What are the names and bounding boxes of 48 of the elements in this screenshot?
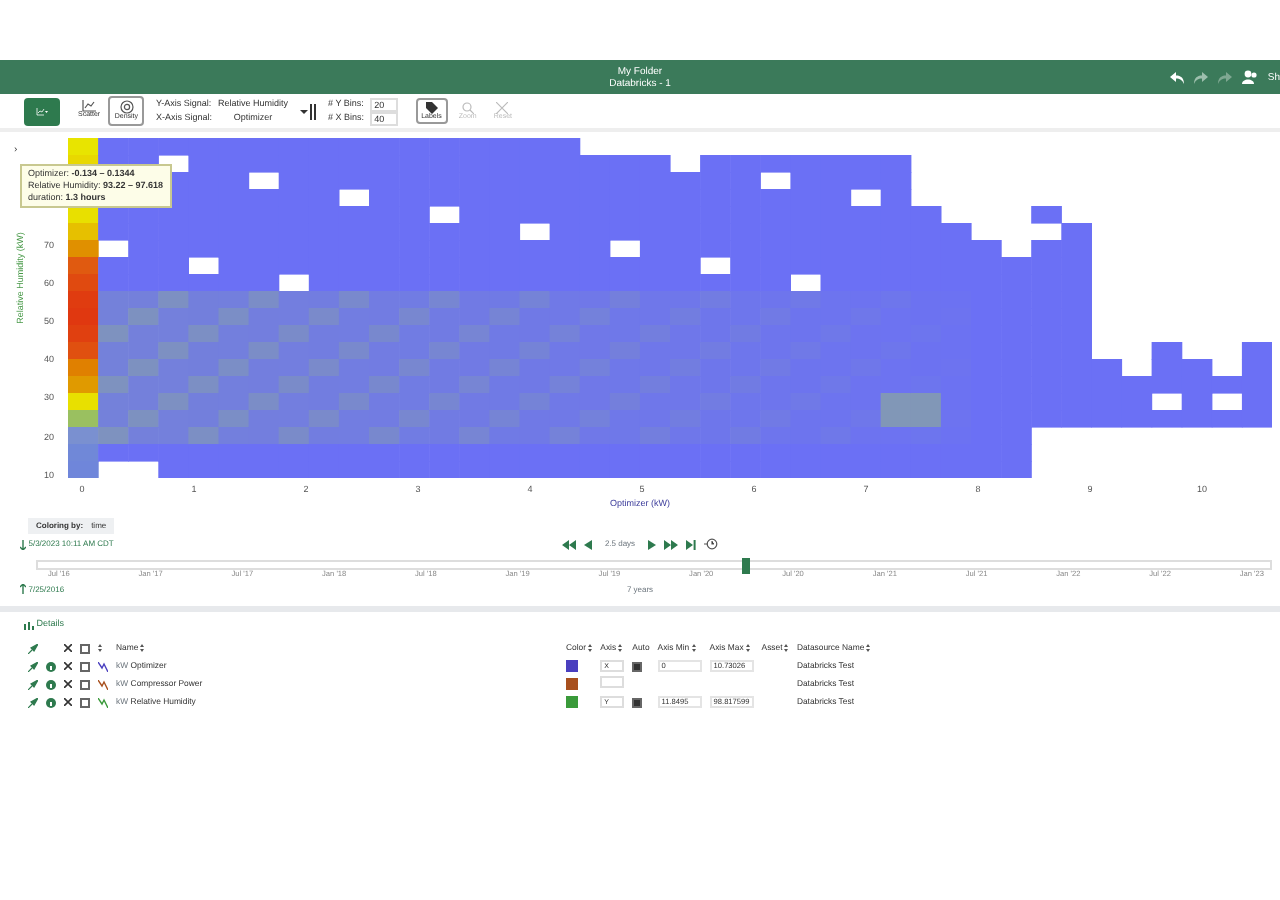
select-checkbox[interactable] — [80, 643, 90, 654]
skip-end-icon[interactable] — [686, 539, 697, 549]
line-chart-icon — [36, 103, 48, 119]
color-swatch[interactable] — [566, 696, 578, 709]
sort-icon[interactable] — [140, 644, 145, 653]
info-icon[interactable] — [46, 697, 56, 708]
sort-icon[interactable] — [784, 644, 789, 653]
color-swatch[interactable] — [566, 660, 578, 673]
rewind-icon[interactable] — [561, 539, 576, 549]
info-icon[interactable] — [46, 661, 56, 672]
pin-icon[interactable] — [28, 697, 38, 708]
remove-icon[interactable] — [64, 680, 72, 689]
arrow-up-icon — [20, 584, 26, 595]
bar-chart-icon — [24, 621, 34, 630]
clock-icon[interactable] — [704, 538, 719, 550]
select-checkbox[interactable] — [80, 661, 90, 672]
sort-icon[interactable] — [691, 644, 696, 653]
pin-icon[interactable] — [28, 679, 38, 690]
undo-icon[interactable] — [1169, 71, 1184, 83]
target-icon — [119, 100, 134, 115]
remove-icon[interactable] — [64, 698, 72, 707]
arrow-down-icon — [20, 539, 26, 549]
auto-checkbox[interactable] — [632, 661, 643, 672]
pin-icon[interactable] — [28, 661, 38, 672]
auto-checkbox[interactable] — [632, 697, 643, 708]
chart-type-button[interactable] — [24, 97, 60, 125]
info-icon[interactable] — [46, 679, 56, 690]
color-swatch[interactable] — [566, 678, 578, 691]
sort-icon[interactable] — [588, 644, 593, 653]
redo-icon[interactable] — [1193, 71, 1208, 83]
sort-icon[interactable] — [745, 644, 750, 653]
zoom-icon — [461, 101, 474, 114]
step-forward-icon[interactable] — [648, 539, 657, 549]
remove-icon[interactable] — [64, 644, 72, 653]
users-icon[interactable] — [1241, 70, 1258, 84]
swap-icon[interactable] — [300, 103, 317, 119]
pin-icon[interactable] — [28, 643, 38, 654]
sort-icon[interactable] — [618, 644, 623, 653]
cross-arrows-icon — [496, 101, 509, 114]
step-back-icon[interactable] — [583, 539, 592, 549]
tag-icon — [425, 101, 438, 114]
sort-icon[interactable] — [866, 644, 871, 653]
select-checkbox[interactable] — [80, 697, 90, 708]
time-range-handle[interactable] — [742, 557, 750, 573]
scatter-chart-icon — [82, 100, 97, 113]
select-checkbox[interactable] — [80, 679, 90, 690]
fast-forward-icon[interactable] — [664, 539, 679, 549]
remove-icon[interactable] — [64, 662, 72, 671]
